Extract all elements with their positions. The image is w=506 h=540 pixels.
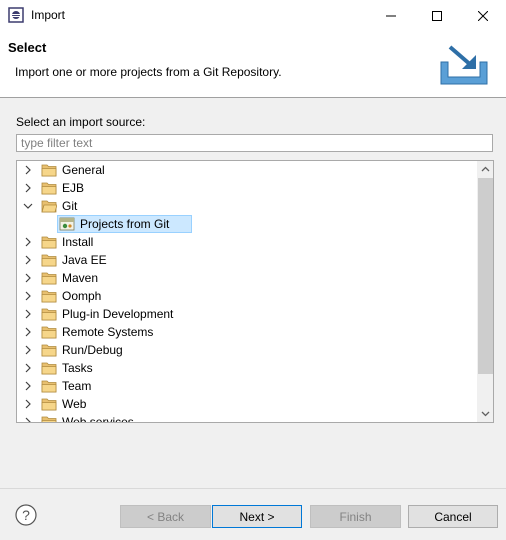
folder-icon xyxy=(41,398,57,411)
vertical-scrollbar[interactable] xyxy=(477,161,493,422)
tree-item[interactable]: Team xyxy=(17,377,475,395)
chevron-down-icon xyxy=(481,411,490,417)
tree-item-label: Maven xyxy=(62,271,99,285)
folder-icon xyxy=(41,272,57,285)
tree-item-label: Java EE xyxy=(62,253,107,267)
close-button[interactable] xyxy=(460,0,506,31)
folder-icon xyxy=(41,236,57,249)
folder-icon xyxy=(41,182,57,195)
tree-item[interactable]: Projects from Git xyxy=(17,215,475,233)
folder-open-icon xyxy=(41,200,57,213)
wizard-header: Select Import one or more projects from … xyxy=(0,31,506,98)
wizard-body: Select an import source: General EJB GitPr… xyxy=(0,98,506,540)
page-title: Select xyxy=(8,40,47,55)
tree-item-label: Run/Debug xyxy=(62,343,123,357)
help-icon[interactable]: ? xyxy=(15,504,37,526)
git-repository-icon xyxy=(59,217,75,231)
tree-item[interactable]: Plug-in Development xyxy=(17,305,475,323)
footer-separator xyxy=(0,488,506,489)
tree-item-label: Projects from Git xyxy=(80,217,170,231)
folder-icon xyxy=(41,290,57,303)
tree-item[interactable]: Tasks xyxy=(17,359,475,377)
filter-input[interactable] xyxy=(16,134,493,152)
tree-item[interactable]: EJB xyxy=(17,179,475,197)
back-button[interactable]: < Back xyxy=(120,505,211,528)
chevron-right-icon[interactable] xyxy=(23,399,33,409)
tree-item[interactable]: Java EE xyxy=(17,251,475,269)
tree-item-label: Web xyxy=(62,397,87,411)
tree-item[interactable]: Run/Debug xyxy=(17,341,475,359)
chevron-down-icon[interactable] xyxy=(23,201,33,211)
folder-icon xyxy=(41,164,57,177)
chevron-right-icon[interactable] xyxy=(23,237,33,247)
folder-icon xyxy=(41,344,57,357)
chevron-right-icon[interactable] xyxy=(23,291,33,301)
tree-item[interactable]: Web xyxy=(17,395,475,413)
tree-item-label: Team xyxy=(62,379,92,393)
maximize-button[interactable] xyxy=(414,0,460,31)
folder-icon xyxy=(41,308,57,321)
tree-item-label: Plug-in Development xyxy=(62,307,174,321)
tree-item-label: Remote Systems xyxy=(62,325,154,339)
chevron-right-icon[interactable] xyxy=(23,381,33,391)
chevron-right-icon[interactable] xyxy=(23,309,33,319)
import-wizard-icon xyxy=(440,45,488,85)
maximize-icon xyxy=(432,10,442,21)
tree-item[interactable]: Git xyxy=(17,197,475,215)
folder-icon xyxy=(41,416,57,422)
chevron-right-icon[interactable] xyxy=(23,165,33,175)
folder-icon xyxy=(41,254,57,267)
tree-item[interactable]: Web services xyxy=(17,413,475,423)
scroll-up-button[interactable] xyxy=(477,161,493,178)
scrollbar-thumb[interactable] xyxy=(478,178,493,374)
scroll-down-button[interactable] xyxy=(477,405,493,422)
chevron-right-icon[interactable] xyxy=(23,363,33,373)
chevron-right-icon[interactable] xyxy=(23,327,33,337)
tree-item[interactable]: Maven xyxy=(17,269,475,287)
cancel-button[interactable]: Cancel xyxy=(408,505,498,528)
window-title: Import xyxy=(31,8,66,22)
title-bar: Import xyxy=(0,0,506,31)
tree-item[interactable]: Remote Systems xyxy=(17,323,475,341)
tree-item-label: Tasks xyxy=(62,361,93,375)
tree-item[interactable]: Oomph xyxy=(17,287,475,305)
minimize-icon xyxy=(386,15,396,16)
tree-item-label: Web services xyxy=(62,415,134,423)
chevron-right-icon[interactable] xyxy=(23,183,33,193)
tree-item-label: Git xyxy=(62,199,78,213)
chevron-right-icon[interactable] xyxy=(23,273,33,283)
tree-item-label: General xyxy=(62,163,105,177)
tree-item-label: EJB xyxy=(62,181,85,195)
folder-icon xyxy=(41,380,57,393)
folder-icon xyxy=(41,326,57,339)
next-button[interactable]: Next > xyxy=(212,505,302,528)
chevron-right-icon[interactable] xyxy=(23,255,33,265)
tree-item-label: Oomph xyxy=(62,289,102,303)
import-source-label: Select an import source: xyxy=(16,115,146,129)
chevron-up-icon xyxy=(481,166,490,172)
close-icon xyxy=(478,10,488,21)
tree-item[interactable]: Install xyxy=(17,233,475,251)
folder-icon xyxy=(41,362,57,375)
chevron-right-icon[interactable] xyxy=(23,417,33,423)
chevron-right-icon[interactable] xyxy=(23,345,33,355)
page-description: Import one or more projects from a Git R… xyxy=(15,65,282,79)
svg-text:?: ? xyxy=(22,507,30,523)
finish-button[interactable]: Finish xyxy=(310,505,401,528)
tree-item-label: Install xyxy=(62,235,94,249)
import-source-tree[interactable]: General EJB Git Projects from Git Install Jav… xyxy=(16,160,494,423)
minimize-button[interactable] xyxy=(368,0,414,31)
eclipse-icon xyxy=(8,7,24,23)
tree-item[interactable]: General xyxy=(17,161,475,179)
